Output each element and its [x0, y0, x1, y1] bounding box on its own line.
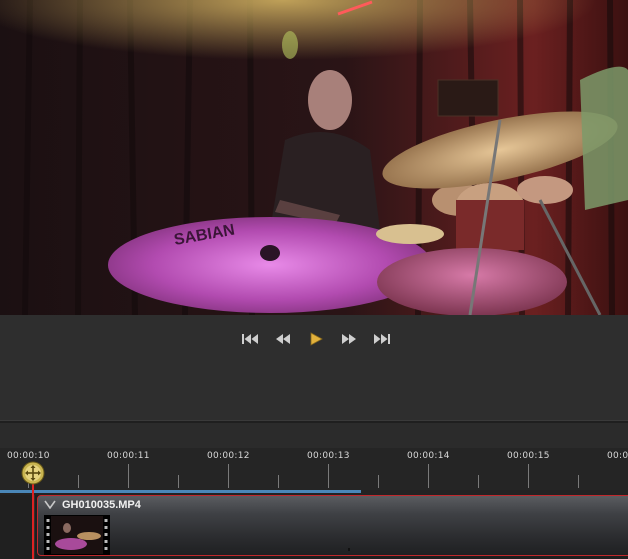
- fast-forward-button[interactable]: [339, 329, 358, 349]
- play-button[interactable]: [306, 329, 325, 349]
- timeline-toolbar-area: [0, 423, 628, 448]
- play-icon: [310, 332, 323, 346]
- video-clip[interactable]: GH010035.MP4: [37, 495, 628, 556]
- video-track: GH010035.MP4: [0, 495, 628, 559]
- skip-to-end-icon: [373, 334, 390, 344]
- major-tick: [328, 464, 329, 488]
- skip-to-start-button[interactable]: [240, 329, 259, 349]
- rewind-icon: [275, 334, 290, 344]
- video-preview: SABIAN: [0, 0, 628, 315]
- fast-forward-icon: [341, 334, 356, 344]
- minor-tick: [178, 475, 179, 488]
- move-arrows-icon: [21, 461, 45, 485]
- timecode-label: 00:00:1: [607, 451, 628, 461]
- minor-tick: [478, 475, 479, 488]
- film-thumbnail-icon: [45, 516, 109, 554]
- timeline-ruler[interactable]: 00:00:10 00:00:11 00:00:12 00:00:13 00:0…: [0, 448, 628, 490]
- minor-tick: [578, 475, 579, 488]
- major-tick: [528, 464, 529, 488]
- transport-panel: [0, 315, 628, 420]
- skip-to-end-button[interactable]: [372, 329, 391, 349]
- timecode-label: 00:00:15: [507, 451, 550, 461]
- minor-tick: [278, 475, 279, 488]
- clip-thumbnail: [44, 515, 110, 555]
- major-tick: [128, 464, 129, 488]
- timecode-label: 00:00:11: [107, 451, 150, 461]
- major-tick: [228, 464, 229, 488]
- clip-title: GH010035.MP4: [62, 499, 141, 511]
- transport-controls: [240, 329, 391, 349]
- progress-fill: [0, 490, 362, 493]
- timecode-label: 00:00:13: [307, 451, 350, 461]
- chevron-down-icon[interactable]: [44, 500, 56, 509]
- minor-tick: [78, 475, 79, 488]
- timecode-label: 00:00:14: [407, 451, 450, 461]
- playhead-handle[interactable]: [21, 460, 45, 486]
- track-header[interactable]: [0, 495, 35, 559]
- clip-marker: [348, 548, 350, 551]
- major-tick: [428, 464, 429, 488]
- rewind-button[interactable]: [273, 329, 292, 349]
- timecode-label: 00:00:12: [207, 451, 250, 461]
- video-frame: SABIAN: [0, 0, 628, 315]
- skip-to-start-icon: [241, 334, 258, 344]
- minor-tick: [378, 475, 379, 488]
